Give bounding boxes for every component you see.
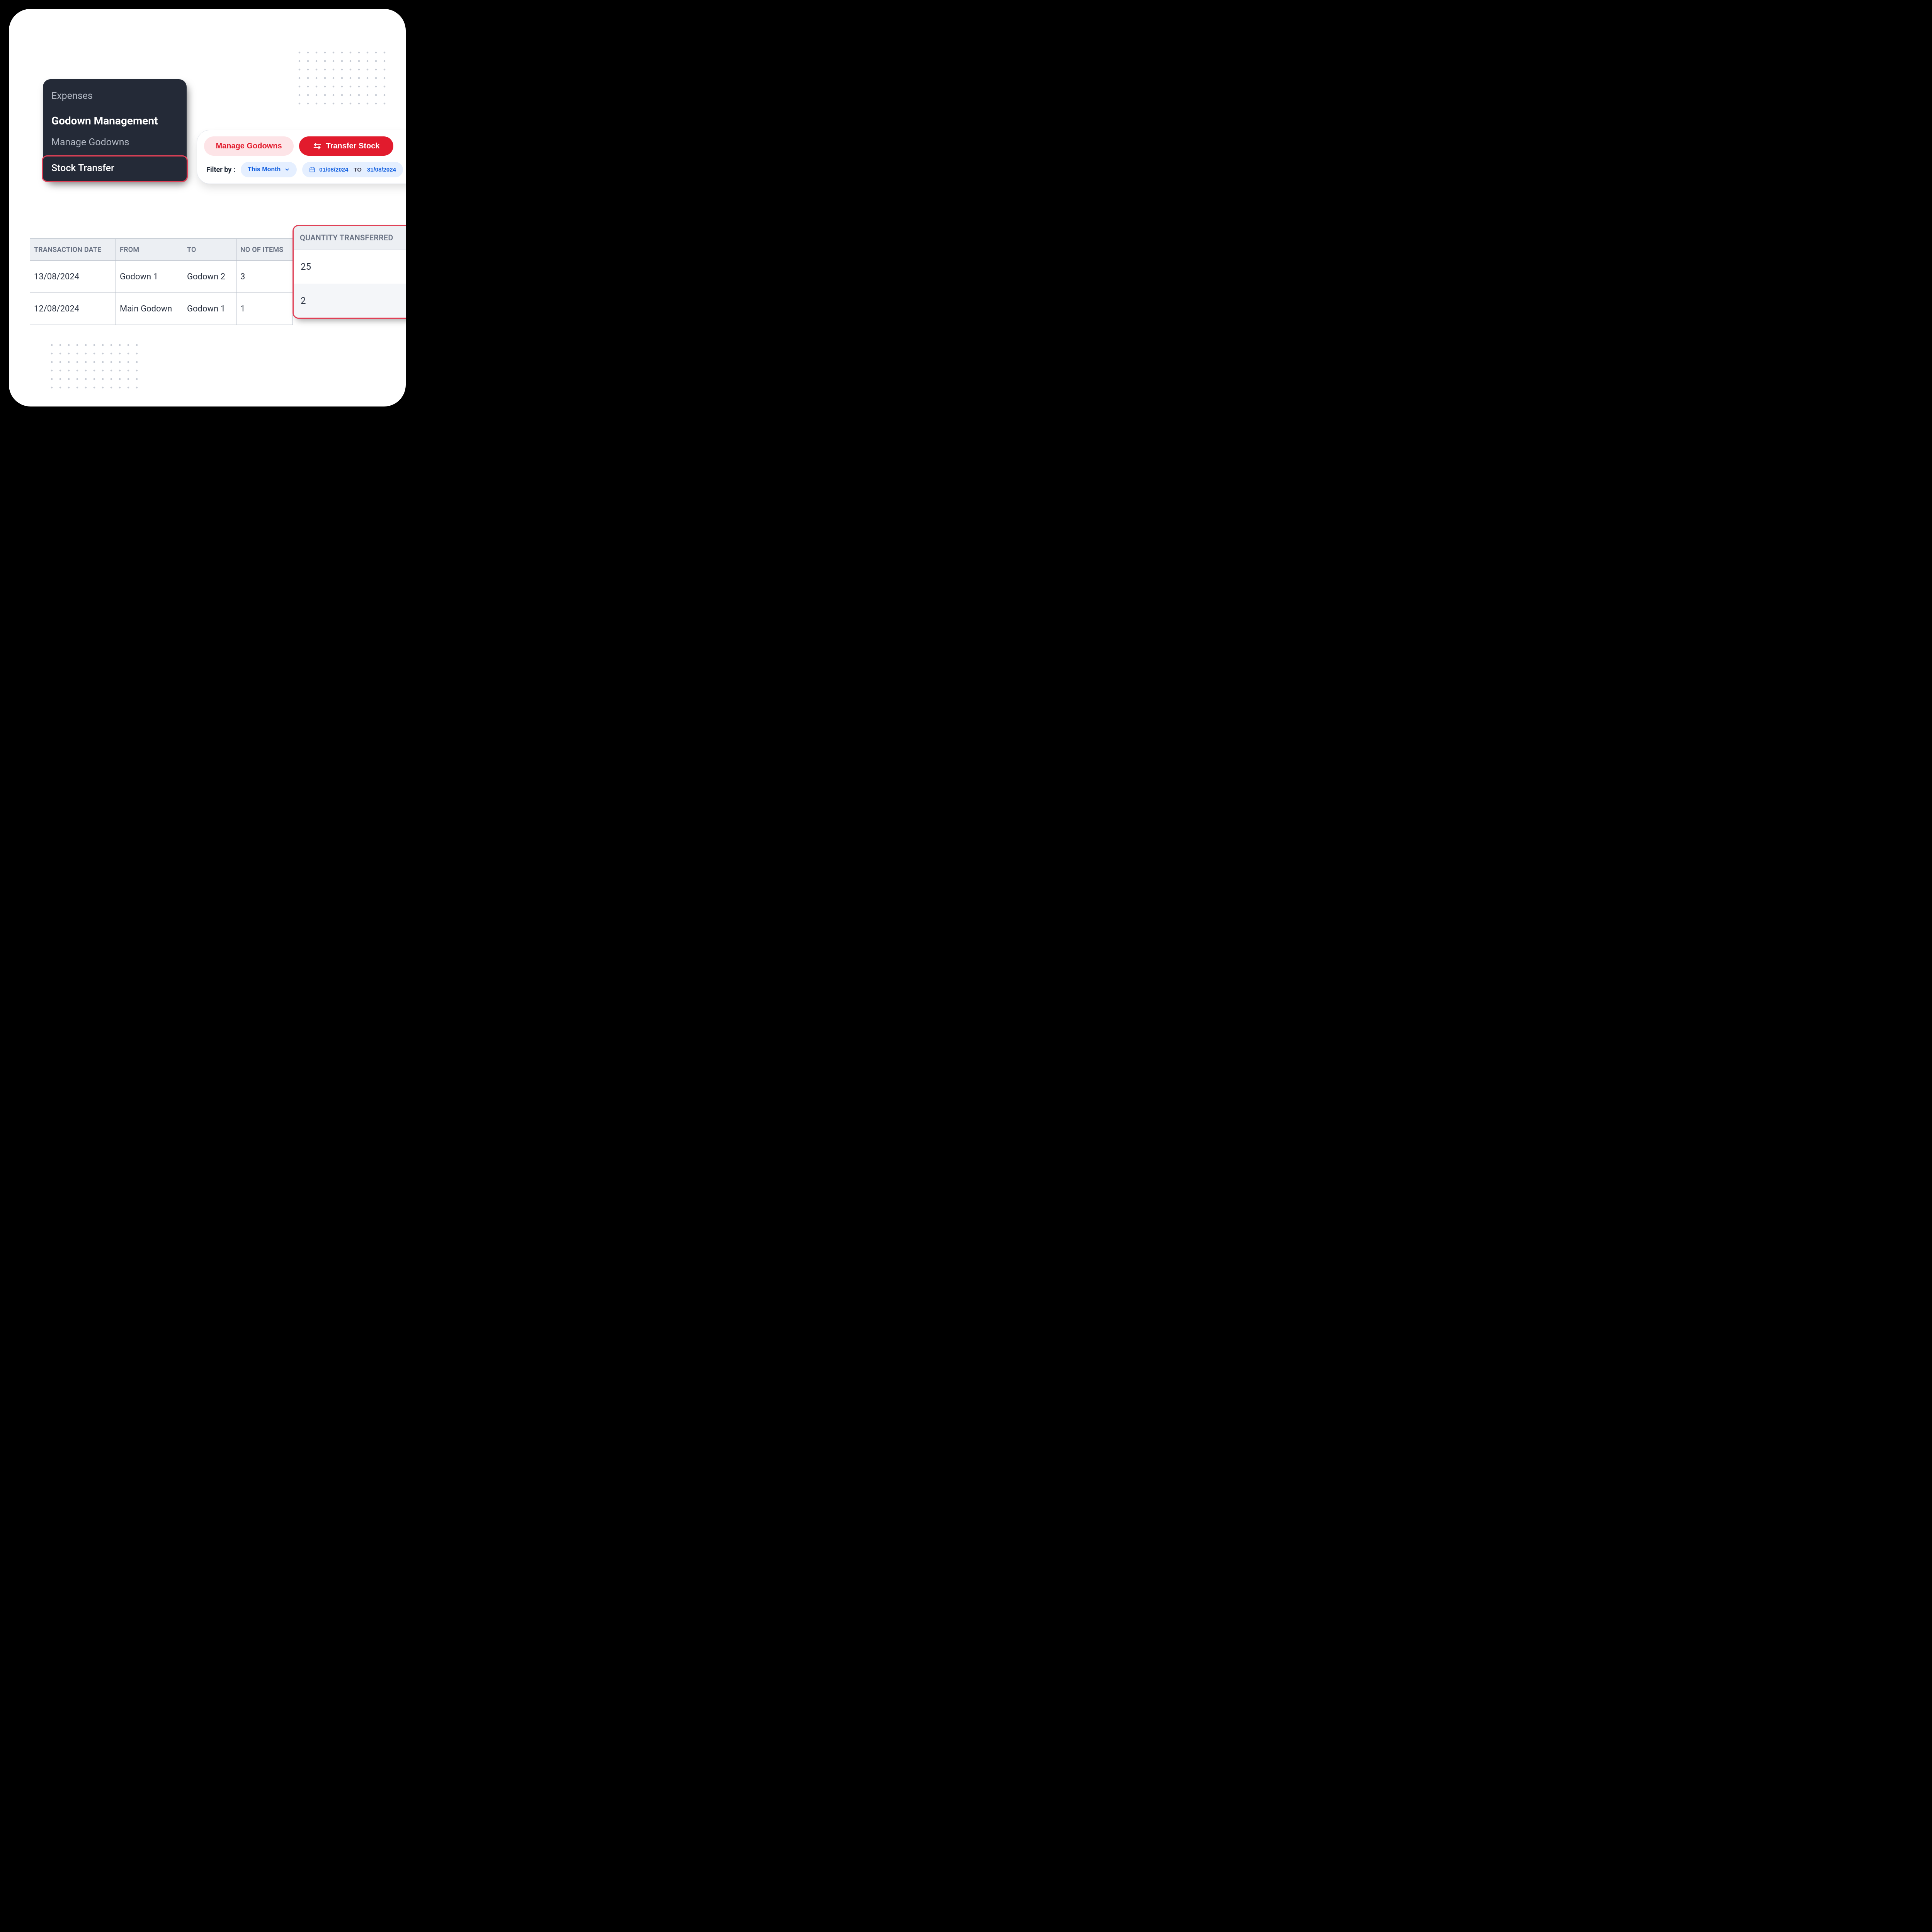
- cell-to: Godown 2: [183, 261, 236, 293]
- table-header-row: TRANSACTION DATE FROM TO NO OF ITEMS: [30, 239, 293, 261]
- col-header-to: TO: [183, 239, 236, 261]
- period-dropdown[interactable]: This Month: [241, 162, 297, 177]
- cell-date: 12/08/2024: [30, 293, 116, 325]
- filter-by-label: Filter by :: [204, 166, 235, 174]
- quantity-transferred-panel: QUANTITY TRANSFERRED 25 2: [293, 225, 406, 319]
- calendar-icon: [309, 167, 315, 173]
- cell-from: Godown 1: [116, 261, 183, 293]
- sidebar-nav: Expenses Godown Management Manage Godown…: [43, 79, 187, 181]
- qty-cell: 25: [294, 250, 406, 284]
- screenshot-stage: Expenses Godown Management Manage Godown…: [9, 9, 406, 406]
- col-header-from: FROM: [116, 239, 183, 261]
- date-separator: TO: [354, 167, 362, 173]
- cell-date: 13/08/2024: [30, 261, 116, 293]
- cell-items: 3: [236, 261, 293, 293]
- cell-to: Godown 1: [183, 293, 236, 325]
- cell-items: 1: [236, 293, 293, 325]
- swap-icon: [313, 142, 321, 150]
- col-header-qty: QUANTITY TRANSFERRED: [294, 226, 406, 250]
- qty-cell: 2: [294, 284, 406, 318]
- manage-godowns-label: Manage Godowns: [216, 142, 282, 151]
- sidebar-item-stock-transfer[interactable]: Stock Transfer: [42, 155, 188, 182]
- col-header-date: TRANSACTION DATE: [30, 239, 116, 261]
- transfer-stock-button[interactable]: Transfer Stock: [299, 136, 393, 156]
- toolbar-panel: Manage Godowns Transfer Stock Filter by …: [197, 130, 406, 184]
- manage-godowns-button[interactable]: Manage Godowns: [204, 136, 294, 156]
- sidebar-item-manage-godowns[interactable]: Manage Godowns: [43, 133, 187, 152]
- decor-dots-bottom: [48, 341, 140, 392]
- sidebar-item-expenses[interactable]: Expenses: [43, 86, 187, 106]
- transfer-table: TRANSACTION DATE FROM TO NO OF ITEMS 13/…: [30, 238, 293, 325]
- date-from: 01/08/2024: [319, 167, 348, 173]
- table-row[interactable]: 13/08/2024 Godown 1 Godown 2 3: [30, 261, 293, 293]
- transfer-stock-label: Transfer Stock: [326, 142, 380, 151]
- period-value: This Month: [248, 166, 281, 173]
- col-header-items: NO OF ITEMS: [236, 239, 293, 261]
- chevron-down-icon: [284, 167, 290, 172]
- date-range-chip[interactable]: 01/08/2024 TO 31/08/2024: [302, 162, 403, 177]
- cell-from: Main Godown: [116, 293, 183, 325]
- sidebar-section-godown[interactable]: Godown Management: [43, 106, 187, 133]
- date-to: 31/08/2024: [367, 167, 396, 173]
- decor-dots-top: [295, 48, 388, 106]
- table-row[interactable]: 12/08/2024 Main Godown Godown 1 1: [30, 293, 293, 325]
